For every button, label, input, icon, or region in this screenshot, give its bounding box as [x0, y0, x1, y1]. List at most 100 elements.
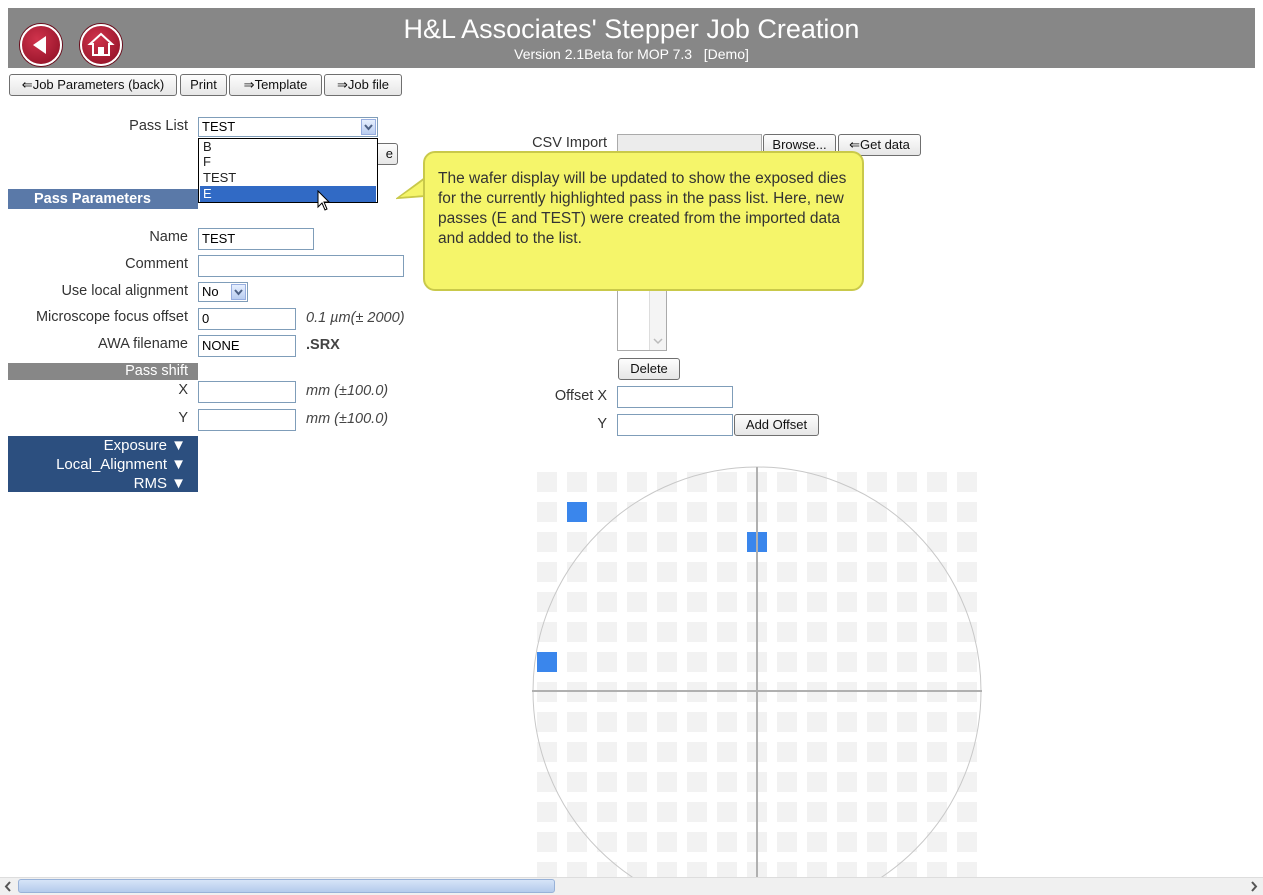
- wafer-die[interactable]: [777, 742, 797, 762]
- comment-field[interactable]: [198, 255, 404, 277]
- wafer-die[interactable]: [687, 532, 707, 552]
- wafer-die[interactable]: [867, 502, 887, 522]
- wafer-die[interactable]: [897, 742, 917, 762]
- wafer-die[interactable]: [687, 652, 707, 672]
- wafer-die[interactable]: [657, 502, 677, 522]
- wafer-die[interactable]: [807, 532, 827, 552]
- wafer-die[interactable]: [597, 742, 617, 762]
- job-file-button[interactable]: ⇒Job file: [324, 74, 402, 96]
- wafer-die-exposed[interactable]: [537, 652, 557, 672]
- wafer-die[interactable]: [837, 622, 857, 642]
- wafer-die[interactable]: [717, 862, 737, 877]
- wafer-die[interactable]: [807, 652, 827, 672]
- wafer-die[interactable]: [687, 742, 707, 762]
- shift-x-field[interactable]: [198, 381, 296, 403]
- wafer-die[interactable]: [687, 592, 707, 612]
- wafer-die[interactable]: [807, 712, 827, 732]
- exposure-toggle[interactable]: Exposure ▼: [104, 437, 186, 454]
- wafer-die[interactable]: [927, 562, 947, 582]
- wafer-die[interactable]: [867, 772, 887, 792]
- wafer-die[interactable]: [717, 802, 737, 822]
- wafer-die[interactable]: [837, 532, 857, 552]
- wafer-die[interactable]: [597, 652, 617, 672]
- wafer-die[interactable]: [717, 532, 737, 552]
- wafer-die[interactable]: [777, 592, 797, 612]
- wafer-die[interactable]: [867, 472, 887, 492]
- wafer-die[interactable]: [897, 772, 917, 792]
- wafer-die[interactable]: [687, 502, 707, 522]
- wafer-die[interactable]: [897, 592, 917, 612]
- wafer-die[interactable]: [867, 712, 887, 732]
- wafer-die[interactable]: [627, 562, 647, 582]
- wafer-die[interactable]: [567, 622, 587, 642]
- template-button[interactable]: ⇒Template: [229, 74, 322, 96]
- wafer-die[interactable]: [927, 772, 947, 792]
- wafer-die[interactable]: [627, 742, 647, 762]
- wafer-die[interactable]: [657, 562, 677, 582]
- wafer-die[interactable]: [927, 712, 947, 732]
- wafer-die[interactable]: [597, 832, 617, 852]
- wafer-die[interactable]: [867, 652, 887, 672]
- wafer-die[interactable]: [627, 532, 647, 552]
- wafer-die[interactable]: [657, 802, 677, 822]
- wafer-die[interactable]: [537, 622, 557, 642]
- wafer-die[interactable]: [567, 862, 587, 877]
- wafer-die[interactable]: [957, 622, 977, 642]
- wafer-die[interactable]: [957, 532, 977, 552]
- wafer-die[interactable]: [927, 622, 947, 642]
- wafer-die[interactable]: [837, 712, 857, 732]
- wafer-die[interactable]: [837, 592, 857, 612]
- wafer-die[interactable]: [777, 622, 797, 642]
- wafer-die[interactable]: [837, 862, 857, 877]
- shift-y-field[interactable]: [198, 409, 296, 431]
- wafer-die[interactable]: [807, 562, 827, 582]
- wafer-die[interactable]: [717, 502, 737, 522]
- wafer-die[interactable]: [867, 592, 887, 612]
- wafer-die[interactable]: [687, 622, 707, 642]
- wafer-die[interactable]: [627, 802, 647, 822]
- wafer-die[interactable]: [957, 562, 977, 582]
- wafer-die[interactable]: [957, 712, 977, 732]
- wafer-die[interactable]: [807, 592, 827, 612]
- wafer-die[interactable]: [777, 562, 797, 582]
- horizontal-scrollbar[interactable]: [0, 877, 1263, 895]
- awa-filename-field[interactable]: NONE: [198, 335, 296, 357]
- wafer-die[interactable]: [867, 562, 887, 582]
- pass-option-e[interactable]: E: [200, 186, 376, 202]
- wafer-die[interactable]: [597, 862, 617, 877]
- wafer-die[interactable]: [957, 652, 977, 672]
- wafer-die[interactable]: [627, 502, 647, 522]
- local-alignment-select[interactable]: No: [198, 282, 248, 302]
- wafer-die[interactable]: [567, 472, 587, 492]
- offset-y-field[interactable]: [617, 414, 733, 436]
- wafer-die[interactable]: [657, 712, 677, 732]
- local-alignment-toggle[interactable]: Local_Alignment ▼: [56, 456, 186, 473]
- offset-x-field[interactable]: [617, 386, 733, 408]
- wafer-die[interactable]: [897, 712, 917, 732]
- wafer-die[interactable]: [777, 502, 797, 522]
- wafer-die[interactable]: [597, 592, 617, 612]
- wafer-die[interactable]: [777, 862, 797, 877]
- wafer-die[interactable]: [627, 772, 647, 792]
- wafer-die[interactable]: [867, 802, 887, 822]
- wafer-die[interactable]: [777, 802, 797, 822]
- wafer-die[interactable]: [927, 832, 947, 852]
- wafer-die[interactable]: [837, 832, 857, 852]
- wafer-die[interactable]: [957, 862, 977, 877]
- wafer-die[interactable]: [537, 862, 557, 877]
- wafer-die[interactable]: [687, 862, 707, 877]
- wafer-die[interactable]: [597, 562, 617, 582]
- wafer-die[interactable]: [807, 772, 827, 792]
- wafer-die[interactable]: [567, 562, 587, 582]
- delete-button[interactable]: Delete: [618, 358, 680, 380]
- wafer-die[interactable]: [897, 532, 917, 552]
- wafer-die[interactable]: [567, 832, 587, 852]
- wafer-die[interactable]: [537, 472, 557, 492]
- wafer-die[interactable]: [537, 532, 557, 552]
- pass-list-select[interactable]: TEST: [198, 117, 378, 137]
- wafer-die[interactable]: [567, 712, 587, 732]
- wafer-die[interactable]: [717, 562, 737, 582]
- wafer-die[interactable]: [567, 802, 587, 822]
- wafer-die[interactable]: [627, 832, 647, 852]
- pass-list-dropdown[interactable]: B F TEST E: [198, 138, 378, 203]
